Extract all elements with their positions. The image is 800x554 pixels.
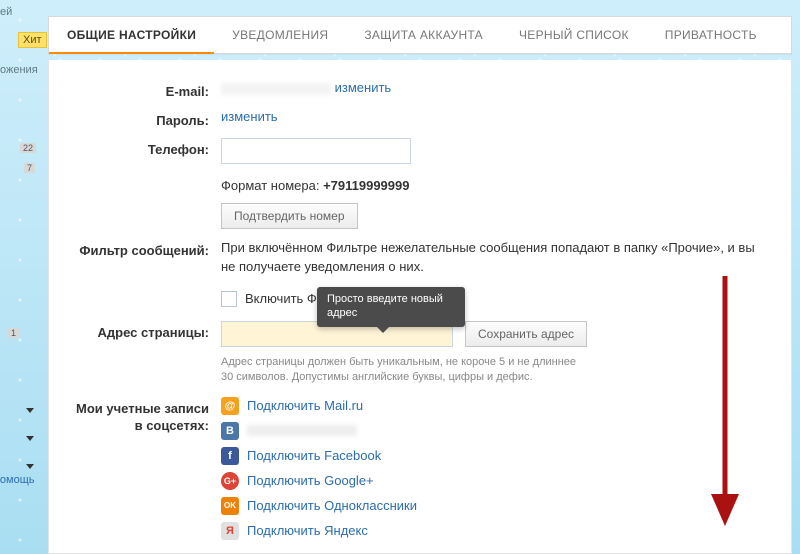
yandex-icon: Я xyxy=(221,522,239,540)
frag-text: ей xyxy=(0,6,12,18)
count-badge-7: 7 xyxy=(24,163,35,173)
social-connect-mailru[interactable]: @ Подключить Mail.ru xyxy=(221,397,767,415)
social-yandex-label: Подключить Яндекс xyxy=(247,523,368,538)
tab-privacy[interactable]: ПРИВАТНОСТЬ xyxy=(647,17,775,53)
social-connect-google[interactable]: G+ Подключить Google+ xyxy=(221,472,767,490)
hit-badge: Хит xyxy=(18,32,47,48)
chevron-down-icon[interactable] xyxy=(26,436,34,441)
email-label: E-mail: xyxy=(73,80,221,99)
phone-input[interactable] xyxy=(221,138,411,164)
address-tooltip: Просто введите новый адрес xyxy=(317,287,465,327)
password-change-link[interactable]: изменить xyxy=(221,109,278,124)
count-badge-22: 22 xyxy=(20,143,36,153)
odnoklassniki-icon: OK xyxy=(221,497,239,515)
tab-protection[interactable]: ЗАЩИТА АККАУНТА xyxy=(346,17,501,53)
chevron-down-icon[interactable] xyxy=(26,408,34,413)
count-badge-1: 1 xyxy=(8,328,19,338)
settings-tabs: ОБЩИЕ НАСТРОЙКИ УВЕДОМЛЕНИЯ ЗАЩИТА АККАУ… xyxy=(48,16,792,54)
social-mailru-label: Подключить Mail.ru xyxy=(247,398,363,413)
address-hint: Адрес страницы должен быть уникальным, н… xyxy=(221,355,581,385)
vk-account-redacted xyxy=(247,425,357,436)
tab-blacklist[interactable]: ЧЕРНЫЙ СПИСОК xyxy=(501,17,647,53)
phone-format-text: Формат номера: xyxy=(221,178,323,193)
facebook-icon: f xyxy=(221,447,239,465)
help-link[interactable]: | Помощь xyxy=(0,462,40,486)
google-plus-icon: G+ xyxy=(221,472,239,490)
email-change-link[interactable]: изменить xyxy=(335,80,392,95)
save-address-button[interactable]: Сохранить адрес xyxy=(465,321,587,347)
vk-icon: B xyxy=(221,422,239,440)
phone-label: Телефон: xyxy=(73,138,221,157)
tab-general[interactable]: ОБЩИЕ НАСТРОЙКИ xyxy=(49,17,214,54)
social-ok-label: Подключить Одноклассники xyxy=(247,498,417,513)
confirm-phone-button[interactable]: Подтвердить номер xyxy=(221,203,358,229)
mailru-icon: @ xyxy=(221,397,239,415)
social-connect-yandex[interactable]: Я Подключить Яндекс xyxy=(221,522,767,540)
social-label-2: в соцсетях: xyxy=(73,418,209,435)
filter-label: Фильтр сообщений: xyxy=(73,239,221,258)
social-google-label: Подключить Google+ xyxy=(247,473,374,488)
social-connected-vk[interactable]: B xyxy=(221,422,767,440)
left-sidebar-fragment: ей Хит ожения 22 7 1 | Помощь xyxy=(0,0,40,554)
email-value-redacted xyxy=(221,83,331,95)
social-label-1: Мои учетные записи xyxy=(73,401,209,418)
address-label: Адрес страницы: xyxy=(73,321,221,340)
tab-notifications[interactable]: УВЕДОМЛЕНИЯ xyxy=(214,17,346,53)
password-label: Пароль: xyxy=(73,109,221,128)
filter-description: При включённом Фильтре нежелательные соо… xyxy=(221,239,767,277)
social-facebook-label: Подключить Facebook xyxy=(247,448,381,463)
social-connect-facebook[interactable]: f Подключить Facebook xyxy=(221,447,767,465)
phone-format-sample: +79119999999 xyxy=(323,178,409,193)
settings-panel: E-mail: изменить Пароль: изменить Телефо… xyxy=(48,60,792,554)
social-connect-ok[interactable]: OK Подключить Одноклассники xyxy=(221,497,767,515)
frag-text-2: ожения xyxy=(0,64,38,76)
filter-checkbox[interactable] xyxy=(221,291,237,307)
